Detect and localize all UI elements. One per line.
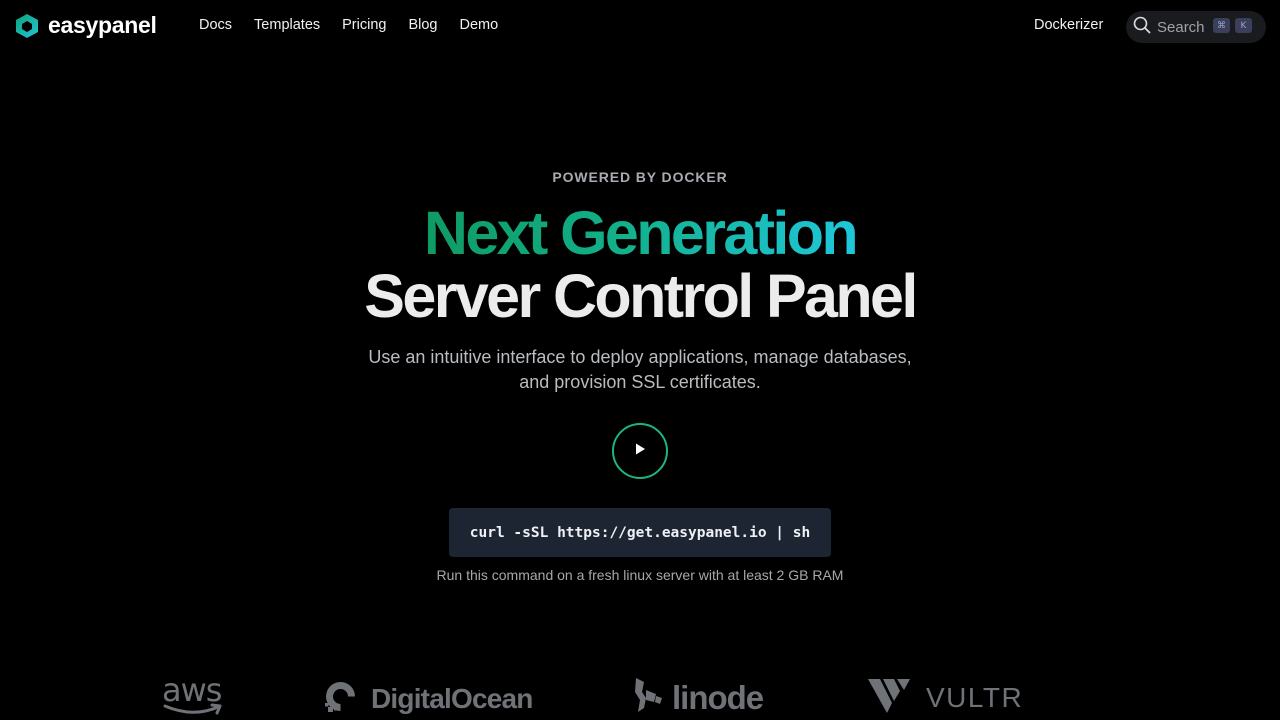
vultr-logo-text: VULTR xyxy=(926,681,1024,713)
main-nav: Docs Templates Pricing Blog Demo xyxy=(199,17,498,33)
hero-kicker: POWERED BY DOCKER xyxy=(552,169,728,185)
install-hint: Run this command on a fresh linux server… xyxy=(436,567,844,583)
nav-link-templates[interactable]: Templates xyxy=(254,17,320,33)
hero-subtitle-line2: and provision SSL certificates. xyxy=(519,372,761,392)
linode-logo: linode xyxy=(632,676,764,719)
nav-link-demo[interactable]: Demo xyxy=(460,17,499,33)
hero-title-line2: Server Control Panel xyxy=(364,262,918,330)
search-button[interactable]: Search ⌘ K xyxy=(1126,11,1266,43)
hero-title-line1: Next Generation xyxy=(423,199,859,267)
hero-subtitle-line1: Use an intuitive interface to deploy app… xyxy=(368,347,912,367)
digitalocean-logo: DigitalOcean xyxy=(322,678,533,720)
digitalocean-logo-text: DigitalOcean xyxy=(371,683,533,714)
vultr-icon xyxy=(868,677,910,718)
brand-name: easypanel xyxy=(48,12,157,38)
search-label: Search xyxy=(1157,18,1205,36)
install-command[interactable]: curl -sSL https://get.easypanel.io | sh xyxy=(470,525,810,541)
linode-icon xyxy=(632,676,664,719)
brand-logo-link[interactable]: easypanel xyxy=(14,12,157,39)
nav-link-blog[interactable]: Blog xyxy=(408,17,437,33)
digitalocean-icon xyxy=(322,678,359,720)
hero-title: Next Generation Server Control Panel xyxy=(0,202,1280,328)
shortcut-mod-key: ⌘ xyxy=(1213,18,1230,33)
play-video-button[interactable] xyxy=(612,423,668,479)
nav-link-pricing[interactable]: Pricing xyxy=(342,17,386,33)
nav-link-docs[interactable]: Docs xyxy=(199,17,232,33)
vultr-logo: VULTR xyxy=(868,677,1023,718)
play-icon xyxy=(633,442,647,461)
hexagon-logo-icon xyxy=(14,13,40,39)
top-navbar: easypanel Docs Templates Pricing Blog De… xyxy=(0,0,1280,54)
install-command-box[interactable]: curl -sSL https://get.easypanel.io | sh xyxy=(449,508,831,557)
shortcut-k-key: K xyxy=(1235,18,1252,33)
aws-logo-text: aws xyxy=(162,671,222,709)
nav-link-dockerizer[interactable]: Dockerizer xyxy=(1034,17,1103,33)
aws-logo: aws xyxy=(162,674,224,716)
search-icon xyxy=(1133,16,1151,39)
linode-logo-text: linode xyxy=(672,678,764,716)
hero-subtitle: Use an intuitive interface to deploy app… xyxy=(340,345,940,395)
page: easypanel Docs Templates Pricing Blog De… xyxy=(0,0,1280,720)
